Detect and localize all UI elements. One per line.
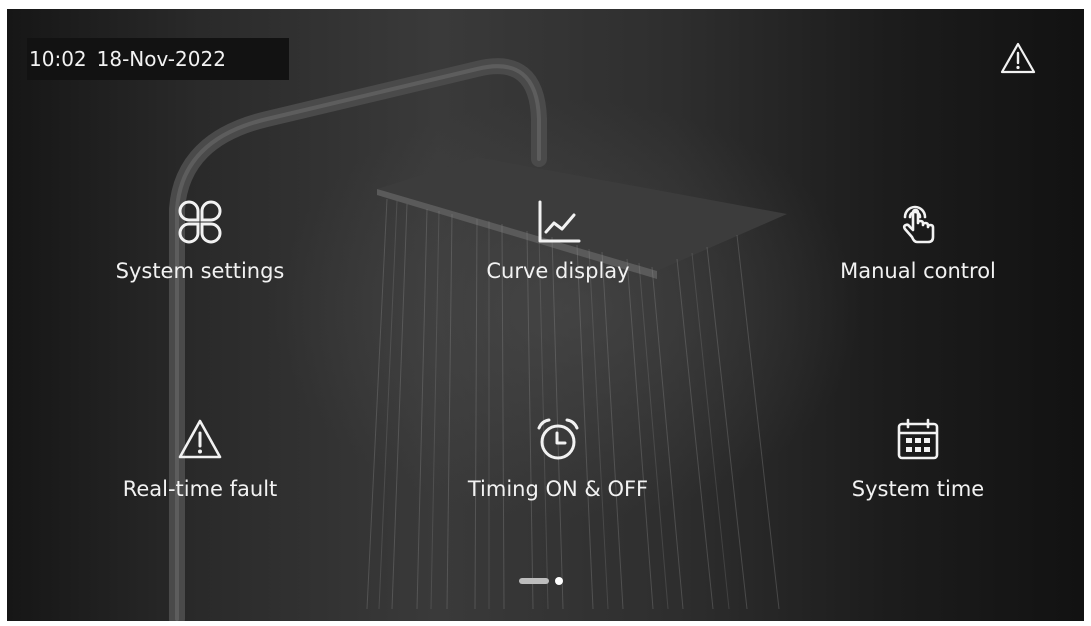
current-date: 18-Nov-2022	[96, 47, 226, 71]
page-indicator-dot[interactable]	[555, 577, 563, 585]
status-clock: 10:02 18-Nov-2022	[27, 38, 289, 80]
menu-label: System settings	[115, 259, 285, 283]
menu-label: Curve display	[486, 259, 630, 283]
menu-tile-system-time[interactable]: System time	[798, 417, 1038, 527]
calendar-icon	[897, 418, 939, 460]
warning-triangle-icon	[178, 419, 222, 459]
current-time: 10:02	[29, 47, 87, 71]
menu-tile-timing-on-off[interactable]: Timing ON & OFF	[438, 417, 678, 527]
touch-hand-icon	[902, 205, 935, 244]
menu-tile-system-settings[interactable]: System settings	[80, 199, 320, 309]
menu-tile-real-time-fault[interactable]: Real-time fault	[80, 417, 320, 527]
home-screen: 10:02 18-Nov-2022 System settings Curve d…	[7, 9, 1084, 621]
menu-label: Manual control	[840, 259, 996, 283]
menu-label: System time	[851, 477, 985, 501]
page-indicator[interactable]	[519, 575, 589, 585]
menu-tile-curve-display[interactable]: Curve display	[438, 199, 678, 309]
warning-triangle-icon[interactable]	[1000, 42, 1036, 74]
alarm-clock-icon	[537, 418, 579, 460]
background-shower-image	[169, 58, 787, 621]
menu-tile-manual-control[interactable]: Manual control	[798, 199, 1038, 309]
line-chart-icon	[538, 200, 581, 243]
menu-label: Timing ON & OFF	[467, 477, 649, 501]
four-leaf-grid-icon	[178, 200, 222, 244]
page-indicator-active[interactable]	[519, 578, 549, 584]
menu-label: Real-time fault	[122, 477, 278, 501]
